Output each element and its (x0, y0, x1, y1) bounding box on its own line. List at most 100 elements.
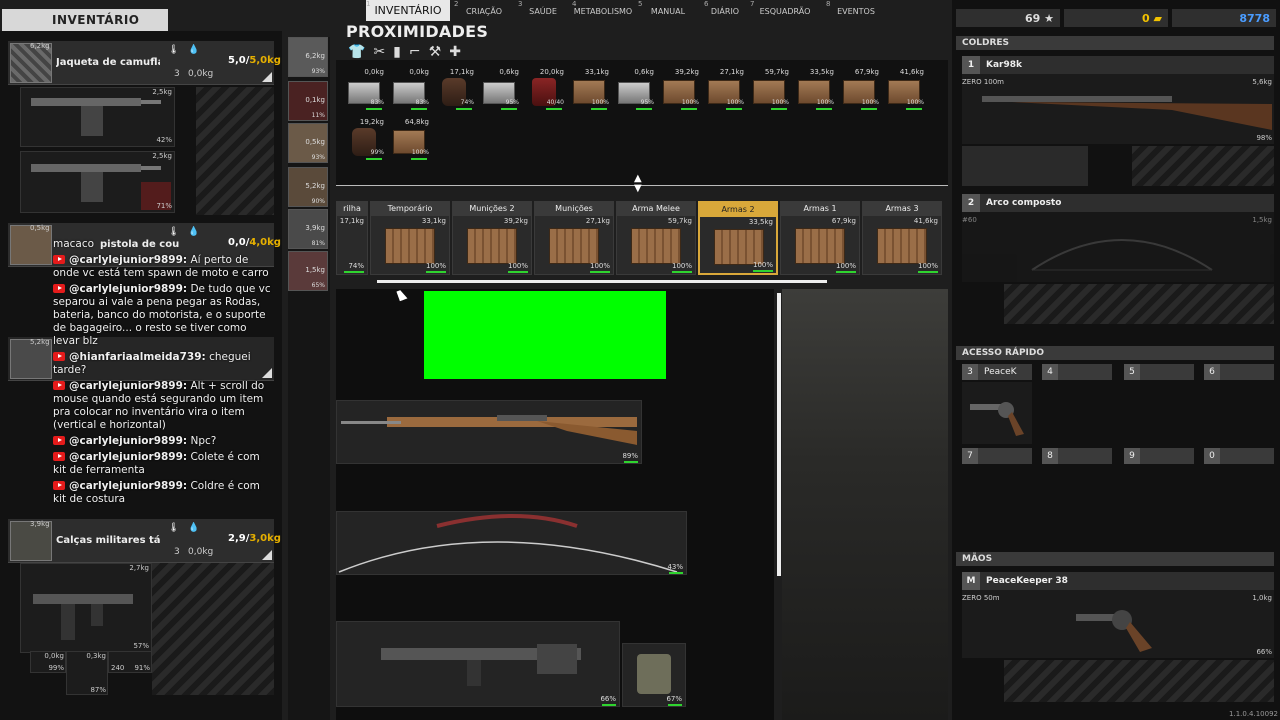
item-weight: 64,8kg (404, 118, 429, 126)
holsters-header: COLDRES (956, 36, 1274, 50)
quick-slot-9[interactable]: 9 (1124, 448, 1194, 464)
container-3[interactable]: Munições 2 39,2kg 100% (452, 201, 532, 275)
resize-arrows-icon[interactable]: ▲ ▼ (634, 174, 642, 194)
crate-icon (467, 228, 517, 264)
proximity-item[interactable]: 20,0kg 40/40 (524, 68, 564, 110)
bow-item[interactable]: 43% (336, 511, 687, 575)
proximity-item[interactable]: 0,6kg 95% (614, 68, 654, 110)
container-weight: 27,1kg (585, 217, 610, 225)
medical-filter-icon[interactable]: ✚ (449, 44, 461, 60)
slot-number: 4 (1042, 364, 1058, 380)
proximity-item[interactable]: 27,1kg 100% (704, 68, 744, 110)
proximity-item[interactable]: 59,7kg 100% (749, 68, 789, 110)
tab-8[interactable]: 8 EVENTOS (826, 0, 886, 22)
vertical-scrollbar[interactable] (777, 293, 781, 576)
proximity-item[interactable]: 0,6kg 95% (479, 68, 519, 110)
container-6[interactable]: Armas 2 33,5kg 100% (698, 201, 778, 275)
horizontal-scrollbar[interactable] (377, 280, 827, 283)
equipment-slot[interactable]: 1,5kg 65% (288, 251, 328, 291)
container-condition: 74% (348, 262, 364, 270)
item-condition: 99% (48, 664, 64, 672)
pistol-item-1[interactable]: 2,5kg 42% (20, 87, 175, 147)
tab-1[interactable]: 1 INVENTÁRIO (366, 0, 450, 21)
slot-1-weapon[interactable]: ZERO 100m 5,6kg 98% (962, 74, 1274, 144)
slot-2-header[interactable]: 2 Arco composto (962, 194, 1274, 212)
proximity-item[interactable]: 0,0kg 83% (389, 68, 429, 110)
slot-weapon-name: PeaceKeeper 38 (986, 576, 1068, 586)
level-value: 69 (1024, 11, 1041, 25)
tab-3[interactable]: 3 SAÚDE (518, 0, 568, 22)
container-4[interactable]: Munições 27,1kg 100% (534, 201, 614, 275)
proximity-item[interactable]: 33,5kg 100% (794, 68, 834, 110)
tab-4[interactable]: 4 METABOLISMO (572, 0, 634, 22)
proximity-item[interactable]: 64,8kg 100% (389, 118, 429, 160)
equipment-slot[interactable]: 5,2kg 90% (288, 167, 328, 207)
proximity-item[interactable]: 17,1kg 74% (434, 68, 474, 110)
gear-pants-row[interactable]: 3,9kg Calças militares táticas 🌡 💧 3 0,0… (8, 519, 281, 563)
pistol-item-2[interactable]: 2,5kg 71% (20, 151, 175, 213)
slot-1-header[interactable]: 1 Kar98k (962, 56, 1274, 74)
proximity-item[interactable]: 0,0kg 83% (344, 68, 384, 110)
attachment-slot[interactable] (962, 146, 1006, 186)
slot-2-weapon[interactable]: #60 1,5kg (962, 212, 1274, 282)
equipment-slot[interactable]: 3,9kg 81% (288, 209, 328, 249)
empty-slot-area (1132, 146, 1274, 186)
gun-filter-icon[interactable]: ⌐ (409, 44, 421, 60)
quick-slot-4[interactable]: 4 (1042, 364, 1112, 380)
slot-number: 5 (1124, 364, 1140, 380)
container-5[interactable]: Arma Melee 59,7kg 100% (616, 201, 696, 275)
container-1[interactable]: rilha 17,1kg 74% (336, 201, 368, 275)
small-item-3[interactable]: 240 91% (108, 651, 152, 673)
hand-weapon[interactable]: ZERO 50m 1,0kg 66% (962, 590, 1274, 658)
container-8[interactable]: Armas 3 41,6kg 100% (862, 201, 942, 275)
quick-slot-3-item[interactable] (962, 382, 1032, 444)
gear-capacity: 5,0/5,0kg (228, 55, 281, 66)
quick-slot-6[interactable]: 6 (1204, 364, 1274, 380)
proximity-item[interactable]: 67,9kg 100% (839, 68, 879, 110)
slot-number: 7 (962, 448, 978, 464)
expand-corner-icon[interactable] (262, 550, 272, 560)
condition-bar (411, 158, 427, 160)
container-7[interactable]: Armas 1 67,9kg 100% (780, 201, 860, 275)
small-item-2[interactable]: 0,3kg 87% (66, 651, 108, 695)
proximity-item[interactable]: 33,1kg 100% (569, 68, 609, 110)
container-label: Arma Melee (617, 202, 695, 216)
tools-filter-icon[interactable]: ✂ (373, 44, 385, 60)
rifle-item[interactable]: 89% (336, 400, 642, 464)
youtube-icon (53, 452, 65, 461)
equipment-slot[interactable]: 0,1kg 11% (288, 81, 328, 121)
quick-slot-5[interactable]: 5 (1124, 364, 1194, 380)
equipment-slot[interactable]: 6,2kg 93% (288, 37, 328, 77)
machine-gun-item[interactable]: 66% (336, 621, 620, 707)
equipment-slot[interactable]: 0,5kg 93% (288, 123, 328, 163)
tab-6[interactable]: 6 DIÁRIO (704, 0, 746, 22)
quick-slot-3[interactable]: 3 PeaceK (962, 364, 1032, 380)
container-2[interactable]: Temporário 33,1kg 100% (370, 201, 450, 275)
shirt-filter-icon[interactable]: 👕 (348, 44, 365, 60)
gear-weight: 6,2kg (30, 42, 50, 50)
inventory-tab[interactable]: INVENTÁRIO (2, 9, 168, 31)
item-condition: 40/40 (546, 99, 564, 106)
tab-7[interactable]: 7 ESQUADRÃO (750, 0, 820, 22)
proximity-item[interactable]: 41,6kg 100% (884, 68, 924, 110)
item-weight: 2,5kg (152, 152, 172, 160)
ammo-box-item[interactable]: 67% (622, 643, 686, 707)
hammer-filter-icon[interactable]: ⚒ (429, 44, 442, 60)
proximity-item[interactable]: 19,2kg 99% (344, 118, 384, 160)
bottle-filter-icon[interactable]: ▮ (393, 44, 401, 60)
attachment-slot[interactable] (1046, 146, 1088, 186)
attachment-slot[interactable] (1006, 146, 1046, 186)
tab-5[interactable]: 5 MANUAL (638, 0, 698, 22)
expand-corner-icon[interactable] (262, 72, 272, 82)
quick-slot-7[interactable]: 7 (962, 448, 1032, 464)
hand-slot-header[interactable]: M PeaceKeeper 38 (962, 572, 1274, 590)
tab-2[interactable]: 2 CRIAÇÃO (454, 0, 514, 22)
quick-slot-0[interactable]: 0 (1204, 448, 1274, 464)
gear-jacket-row[interactable]: 6,2kg Jaqueta de camuflagem 🌡 💧 3 0,0kg … (8, 41, 281, 85)
smg-item[interactable]: 2,7kg 57% (20, 563, 152, 653)
youtube-icon (53, 436, 65, 445)
small-item-1[interactable]: 0,0kg 99% (30, 651, 66, 673)
proximity-item[interactable]: 39,2kg 100% (659, 68, 699, 110)
quick-slot-8[interactable]: 8 (1042, 448, 1112, 464)
container-weight: 59,7kg (667, 217, 692, 225)
